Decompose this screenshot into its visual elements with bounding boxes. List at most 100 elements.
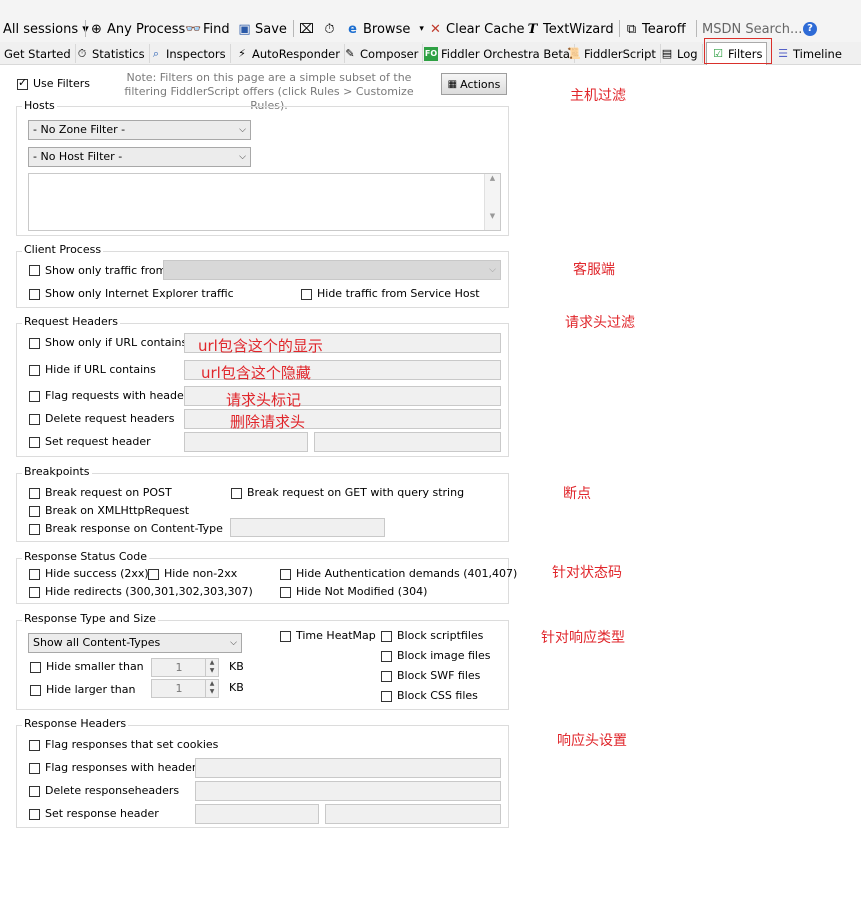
hide-smaller-checkbox[interactable]: [30, 662, 41, 673]
save-button[interactable]: ▣ Save: [237, 19, 287, 39]
timer-icon: ⏱: [324, 21, 335, 37]
break-get-checkbox[interactable]: [231, 488, 242, 499]
timer-button[interactable]: ⏱: [322, 19, 337, 39]
annotation-breakpoints: 断点: [563, 486, 591, 502]
msdn-search-placeholder: MSDN Search...: [702, 21, 803, 37]
flag-cookies-checkbox[interactable]: [29, 740, 40, 751]
flag-response-headers-checkbox[interactable]: [29, 763, 40, 774]
delete-response-headers-label: Delete responseheaders: [45, 784, 180, 797]
block-swf-checkbox[interactable]: [381, 671, 392, 682]
help-icon: ?: [803, 22, 817, 36]
hide-success-checkbox[interactable]: [29, 569, 40, 580]
textwizard-button[interactable]: T TextWizard: [525, 19, 614, 39]
set-request-header-value-input[interactable]: [314, 432, 501, 452]
block-css-checkbox[interactable]: [381, 691, 392, 702]
tab-statistics[interactable]: ⏱ Statistics: [71, 44, 150, 63]
set-response-header-checkbox[interactable]: [29, 809, 40, 820]
block-script-checkbox[interactable]: [381, 631, 392, 642]
tearoff-button[interactable]: ⧉ Tearoff: [624, 19, 686, 39]
zone-filter-select[interactable]: - No Zone Filter - ⌵: [28, 120, 251, 140]
break-post-checkbox[interactable]: [29, 488, 40, 499]
tab-label: Fiddler Orchestra Beta: [441, 46, 570, 61]
spin-arrows-icon[interactable]: ▲ ▼: [205, 659, 218, 676]
delete-request-headers-checkbox[interactable]: [29, 414, 40, 425]
show-only-traffic-from-checkbox[interactable]: [29, 265, 40, 276]
time-heatmap-checkbox[interactable]: [280, 631, 291, 642]
hide-non2xx-label: Hide non-2xx: [164, 567, 238, 580]
toolbar: All sessions ▾ ⊕ Any Process 👓 Find ▣ Save …: [0, 0, 861, 42]
msdn-search-input[interactable]: MSDN Search...: [702, 19, 802, 39]
spin-arrows-icon[interactable]: ▲ ▼: [205, 680, 218, 697]
flag-response-headers-label: Flag responses with headers: [45, 761, 203, 774]
camera-icon: ⌧: [299, 21, 314, 37]
flag-requests-checkbox[interactable]: [29, 391, 40, 402]
flag-requests-label: Flag requests with headers: [45, 389, 194, 402]
tab-autoresponder[interactable]: ⚡ AutoResponder: [231, 44, 345, 63]
set-response-header-name-input[interactable]: [195, 804, 319, 824]
set-request-header-checkbox[interactable]: [29, 437, 40, 448]
process-select[interactable]: ⌵: [163, 260, 501, 280]
set-request-header-name-input[interactable]: [184, 432, 308, 452]
inspect-icon: ⌕: [152, 46, 160, 60]
hide-smaller-stepper[interactable]: 1 ▲ ▼: [151, 658, 219, 677]
break-post-label: Break request on POST: [45, 486, 172, 499]
show-only-url-checkbox[interactable]: [29, 338, 40, 349]
annotation-client: 客服端: [573, 262, 615, 278]
tab-log[interactable]: ▤ Log: [656, 44, 703, 63]
annotation-url-hide: url包含这个隐藏: [201, 364, 311, 382]
delete-response-headers-input[interactable]: [195, 781, 501, 801]
toolbar-separator: [696, 20, 697, 37]
screenshot-button[interactable]: ⌧: [299, 19, 314, 39]
flag-response-headers-input[interactable]: [195, 758, 501, 778]
hide-url-checkbox[interactable]: [29, 365, 40, 376]
any-process-button[interactable]: ⊕ Any Process: [89, 19, 185, 39]
tab-timeline[interactable]: ☰ Timeline: [772, 44, 846, 63]
breakpoints-title: Breakpoints: [22, 465, 92, 478]
hosts-scrollbar[interactable]: ▲ ▼: [484, 174, 500, 230]
use-filters-checkbox[interactable]: [17, 76, 28, 90]
set-request-header-label: Set request header: [45, 435, 151, 448]
set-response-header-value-input[interactable]: [325, 804, 501, 824]
sessions-dropdown[interactable]: All sessions ▾: [3, 19, 89, 39]
show-only-url-label: Show only if URL contains: [45, 336, 188, 349]
tab-label: FiddlerScript: [584, 46, 656, 61]
break-response-ct-checkbox[interactable]: [29, 524, 40, 535]
clear-cache-button[interactable]: ✕ Clear Cache: [428, 19, 525, 39]
log-icon: ▤: [661, 46, 673, 60]
actions-icon: ▦: [447, 78, 458, 90]
clear-cache-label: Clear Cache: [446, 21, 525, 37]
hide-larger-stepper[interactable]: 1 ▲ ▼: [151, 679, 219, 698]
tab-inspectors[interactable]: ⌕ Inspectors: [145, 44, 231, 63]
hide-service-host-label: Hide traffic from Service Host: [317, 287, 480, 300]
tab-fiddlerscript[interactable]: 📜 FiddlerScript: [563, 44, 661, 63]
break-response-ct-input[interactable]: [230, 518, 385, 537]
tab-composer[interactable]: ✎ Composer: [339, 44, 424, 63]
delete-request-headers-label: Delete request headers: [45, 412, 175, 425]
tab-fiddler-orchestra[interactable]: FO Fiddler Orchestra Beta: [420, 44, 575, 63]
show-only-ie-checkbox[interactable]: [29, 289, 40, 300]
scroll-up-icon: ▲: [489, 174, 496, 182]
hide-larger-label: Hide larger than: [46, 683, 136, 696]
content-types-value: Show all Content-Types: [33, 636, 161, 649]
hide-service-host-checkbox[interactable]: [301, 289, 312, 300]
hide-not-modified-checkbox[interactable]: [280, 587, 291, 598]
actions-button[interactable]: ▦ Actions: [441, 73, 507, 95]
host-filter-select[interactable]: - No Host Filter - ⌵: [28, 147, 251, 167]
textwizard-icon: T: [527, 21, 538, 37]
delete-response-headers-checkbox[interactable]: [29, 786, 40, 797]
block-image-checkbox[interactable]: [381, 651, 392, 662]
type-size-title: Response Type and Size: [22, 612, 158, 625]
browse-button[interactable]: e Browse ▾: [345, 19, 424, 39]
content-types-select[interactable]: Show all Content-Types ⌵: [28, 633, 242, 653]
break-xhr-checkbox[interactable]: [29, 506, 40, 517]
tab-get-started[interactable]: Get Started: [0, 44, 76, 63]
hide-larger-checkbox[interactable]: [30, 685, 41, 696]
hide-non2xx-checkbox[interactable]: [148, 569, 159, 580]
find-button[interactable]: 👓 Find: [185, 19, 230, 39]
filters-tab-highlight: [704, 38, 772, 64]
hide-redirects-checkbox[interactable]: [29, 587, 40, 598]
hosts-textarea[interactable]: [28, 173, 501, 231]
hide-auth-checkbox[interactable]: [280, 569, 291, 580]
response-headers-title: Response Headers: [22, 717, 129, 730]
help-button[interactable]: ?: [803, 19, 817, 39]
